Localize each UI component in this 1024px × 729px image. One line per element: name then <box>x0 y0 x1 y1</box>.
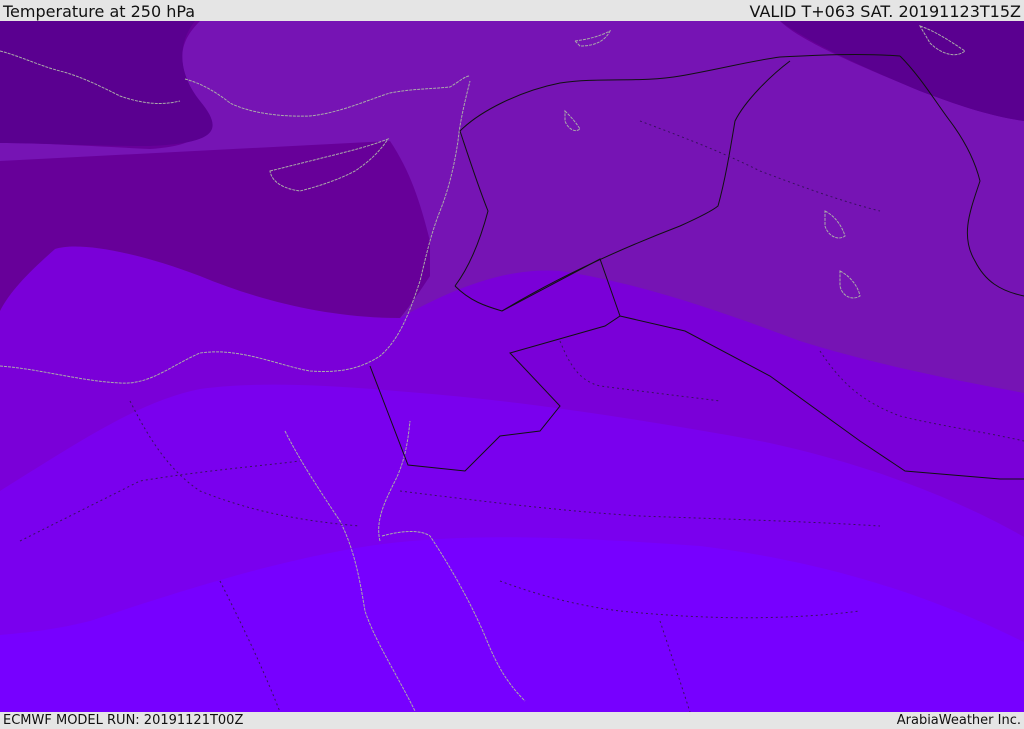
header-bar: Temperature at 250 hPa VALID T+063 SAT. … <box>0 0 1024 21</box>
footer-bar: ECMWF MODEL RUN: 20191121T00Z ArabiaWeat… <box>0 712 1024 729</box>
valid-time: VALID T+063 SAT. 20191123T15Z <box>749 2 1021 21</box>
map-title: Temperature at 250 hPa <box>3 2 196 21</box>
temperature-map[interactable] <box>0 21 1024 712</box>
model-run: ECMWF MODEL RUN: 20191121T00Z <box>3 713 244 728</box>
credit: ArabiaWeather Inc. <box>896 713 1021 728</box>
map-canvas <box>0 21 1024 712</box>
